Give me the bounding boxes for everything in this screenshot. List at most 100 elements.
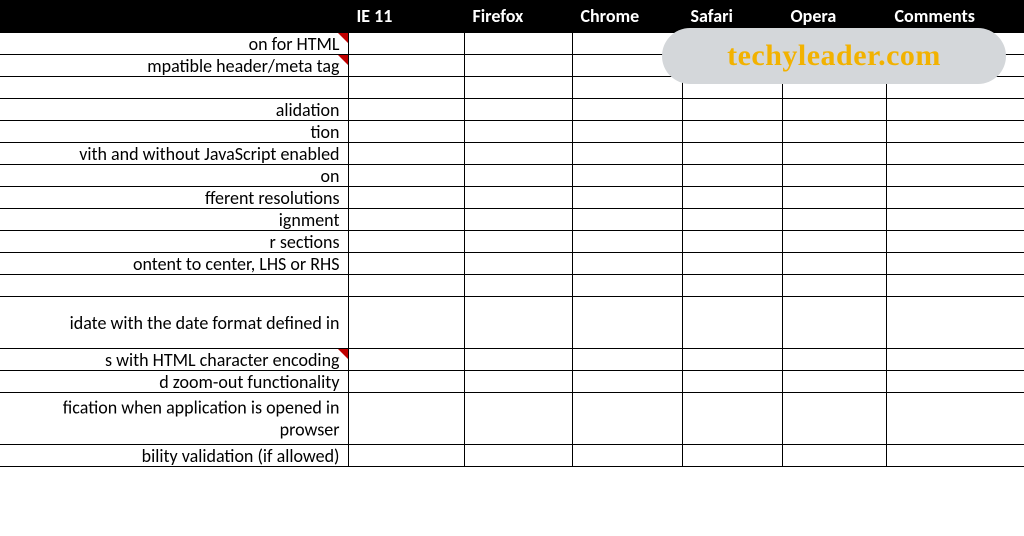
- cell-empty[interactable]: [682, 55, 782, 77]
- cell-description[interactable]: idate with the date format defined in: [0, 297, 348, 349]
- cell-empty[interactable]: [572, 99, 682, 121]
- cell-empty[interactable]: [682, 231, 782, 253]
- cell-empty[interactable]: [782, 253, 886, 275]
- cell-empty[interactable]: [464, 55, 572, 77]
- cell-description[interactable]: r sections: [0, 231, 348, 253]
- cell-empty[interactable]: [886, 33, 1024, 55]
- cell-empty[interactable]: [682, 143, 782, 165]
- cell-empty[interactable]: [572, 55, 682, 77]
- cell-empty[interactable]: [464, 393, 572, 445]
- cell-empty[interactable]: [464, 349, 572, 371]
- cell-description[interactable]: s with HTML character encoding: [0, 349, 348, 371]
- cell-empty[interactable]: [886, 121, 1024, 143]
- cell-description[interactable]: fferent resolutions: [0, 187, 348, 209]
- cell-empty[interactable]: [572, 349, 682, 371]
- cell-empty[interactable]: [782, 445, 886, 467]
- cell-empty[interactable]: [348, 33, 464, 55]
- cell-empty[interactable]: [464, 143, 572, 165]
- cell-empty[interactable]: [348, 297, 464, 349]
- cell-empty[interactable]: [782, 275, 886, 297]
- cell-description[interactable]: ignment: [0, 209, 348, 231]
- cell-empty[interactable]: [886, 445, 1024, 467]
- cell-empty[interactable]: [572, 165, 682, 187]
- cell-empty[interactable]: [464, 253, 572, 275]
- cell-empty[interactable]: [682, 99, 782, 121]
- cell-empty[interactable]: [682, 77, 782, 99]
- cell-empty[interactable]: [782, 297, 886, 349]
- cell-empty[interactable]: [682, 187, 782, 209]
- cell-empty[interactable]: [886, 99, 1024, 121]
- cell-empty[interactable]: [782, 165, 886, 187]
- cell-empty[interactable]: [348, 121, 464, 143]
- cell-description[interactable]: tion: [0, 121, 348, 143]
- cell-empty[interactable]: [682, 121, 782, 143]
- cell-empty[interactable]: [682, 371, 782, 393]
- cell-empty[interactable]: [464, 187, 572, 209]
- cell-empty[interactable]: [886, 77, 1024, 99]
- cell-empty[interactable]: [348, 143, 464, 165]
- cell-empty[interactable]: [348, 393, 464, 445]
- cell-empty[interactable]: [348, 445, 464, 467]
- cell-empty[interactable]: [348, 187, 464, 209]
- cell-description[interactable]: alidation: [0, 99, 348, 121]
- cell-empty[interactable]: [782, 55, 886, 77]
- cell-empty[interactable]: [682, 253, 782, 275]
- cell-empty[interactable]: [464, 231, 572, 253]
- cell-empty[interactable]: [886, 231, 1024, 253]
- cell-empty[interactable]: [348, 275, 464, 297]
- cell-empty[interactable]: [886, 371, 1024, 393]
- cell-empty[interactable]: [572, 143, 682, 165]
- cell-empty[interactable]: [348, 253, 464, 275]
- cell-empty[interactable]: [782, 371, 886, 393]
- cell-description[interactable]: on: [0, 165, 348, 187]
- cell-empty[interactable]: [572, 297, 682, 349]
- cell-empty[interactable]: [682, 209, 782, 231]
- cell-empty[interactable]: [572, 209, 682, 231]
- cell-empty[interactable]: [782, 209, 886, 231]
- cell-description[interactable]: bility validation (if allowed): [0, 445, 348, 467]
- cell-empty[interactable]: [886, 55, 1024, 77]
- cell-empty[interactable]: [782, 77, 886, 99]
- cell-empty[interactable]: [348, 349, 464, 371]
- cell-empty[interactable]: [782, 349, 886, 371]
- cell-empty[interactable]: [572, 393, 682, 445]
- cell-empty[interactable]: [682, 275, 782, 297]
- cell-empty[interactable]: [464, 445, 572, 467]
- cell-empty[interactable]: [348, 231, 464, 253]
- cell-empty[interactable]: [782, 121, 886, 143]
- cell-description[interactable]: d zoom-out functionality: [0, 371, 348, 393]
- cell-empty[interactable]: [572, 253, 682, 275]
- cell-empty[interactable]: [572, 187, 682, 209]
- cell-empty[interactable]: [464, 33, 572, 55]
- cell-empty[interactable]: [886, 253, 1024, 275]
- cell-empty[interactable]: [682, 33, 782, 55]
- cell-empty[interactable]: [886, 209, 1024, 231]
- cell-empty[interactable]: [782, 393, 886, 445]
- cell-empty[interactable]: [572, 371, 682, 393]
- cell-description[interactable]: [0, 77, 348, 99]
- cell-empty[interactable]: [886, 349, 1024, 371]
- cell-description[interactable]: vith and without JavaScript enabled: [0, 143, 348, 165]
- cell-empty[interactable]: [348, 209, 464, 231]
- cell-empty[interactable]: [782, 143, 886, 165]
- cell-empty[interactable]: [464, 99, 572, 121]
- cell-empty[interactable]: [886, 143, 1024, 165]
- cell-empty[interactable]: [572, 121, 682, 143]
- cell-empty[interactable]: [464, 371, 572, 393]
- cell-empty[interactable]: [682, 165, 782, 187]
- cell-description[interactable]: [0, 275, 348, 297]
- cell-empty[interactable]: [348, 99, 464, 121]
- cell-empty[interactable]: [464, 165, 572, 187]
- cell-description[interactable]: ontent to center, LHS or RHS: [0, 253, 348, 275]
- cell-empty[interactable]: [348, 55, 464, 77]
- cell-empty[interactable]: [464, 275, 572, 297]
- cell-empty[interactable]: [886, 393, 1024, 445]
- cell-empty[interactable]: [572, 231, 682, 253]
- cell-empty[interactable]: [782, 231, 886, 253]
- cell-empty[interactable]: [464, 77, 572, 99]
- cell-empty[interactable]: [348, 165, 464, 187]
- cell-empty[interactable]: [682, 393, 782, 445]
- cell-empty[interactable]: [572, 275, 682, 297]
- cell-empty[interactable]: [464, 209, 572, 231]
- cell-empty[interactable]: [886, 297, 1024, 349]
